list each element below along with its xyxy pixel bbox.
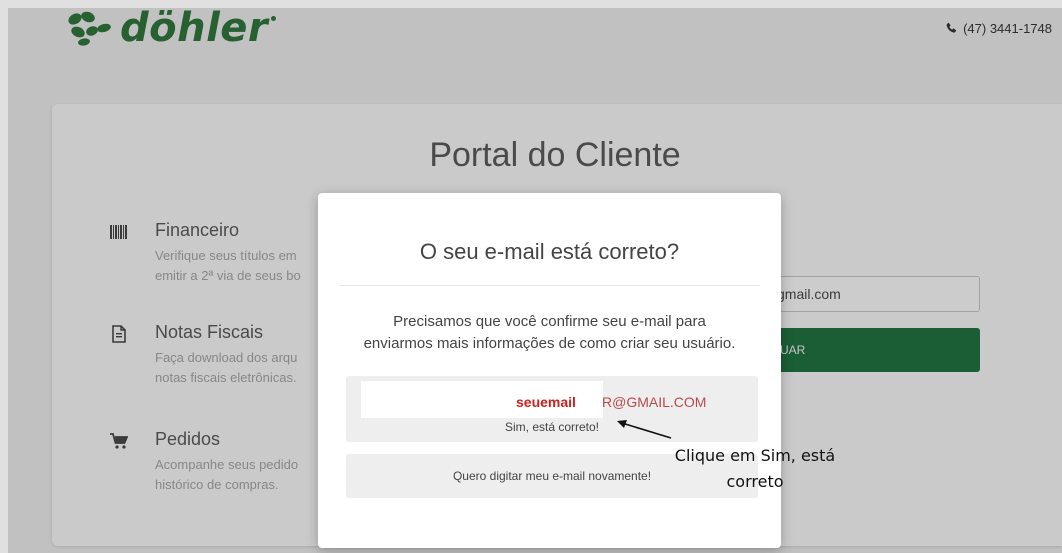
annotation-line: correto [726,472,784,491]
modal-message-line: Precisamos que você confirme seu e-mail … [393,313,706,330]
annotation-arrow-icon [617,420,672,439]
modal-title: O seu e-mail está correto? [419,239,680,264]
instruction-annotation: Clique em Sim, está correto [660,443,850,495]
modal-message: Precisamos que você confirme seu e-mail … [318,311,781,355]
modal-message-line: enviarmos mais informações de como criar… [363,335,736,352]
confirm-label: Sim, está correto! [504,420,600,434]
annotation-line: Clique em Sim, está [674,446,836,465]
confirm-email-button[interactable]: seuemail R@GMAIL.COM Sim, está correto! [346,376,758,442]
email-display-prefix: seuemail [516,394,576,410]
email-display-suffix: R@GMAIL.COM [602,394,707,410]
modal-divider [340,285,760,286]
